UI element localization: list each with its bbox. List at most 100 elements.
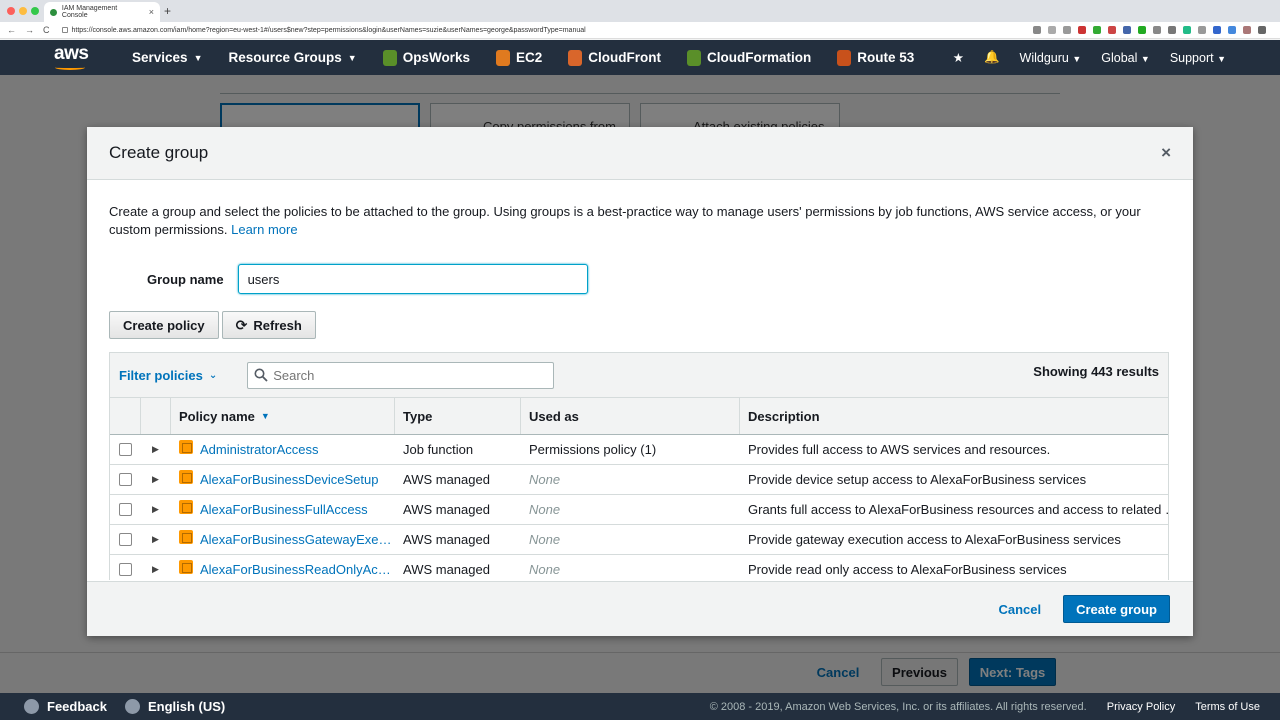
back-icon[interactable]: ← xyxy=(7,25,16,35)
dialog-footer: Cancel Create group xyxy=(87,581,1193,636)
expand-row-icon[interactable]: ▶ xyxy=(152,444,159,455)
table-row[interactable]: ▶ AlexaForBusinessReadOnlyAc… AWS manage… xyxy=(110,555,1168,580)
policy-description: Provide read only access to AlexaForBusi… xyxy=(748,562,1067,577)
support-menu[interactable]: Support ▼ xyxy=(1170,51,1226,65)
policy-name-header[interactable]: Policy name ▼ xyxy=(171,398,395,434)
policy-name-link[interactable]: AlexaForBusinessFullAccess xyxy=(200,502,368,517)
description-header[interactable]: Description xyxy=(740,398,1168,434)
type-header[interactable]: Type xyxy=(395,398,521,434)
forward-icon[interactable]: → xyxy=(25,25,34,35)
policy-search-input[interactable] xyxy=(273,367,544,383)
extension-icon[interactable] xyxy=(1123,26,1131,34)
table-row[interactable]: ▶ AlexaForBusinessGatewayExe… AWS manage… xyxy=(110,525,1168,555)
filter-policies-dropdown[interactable]: Filter policies ⌄ xyxy=(119,368,217,383)
pin-icon[interactable]: ★ xyxy=(953,50,964,65)
extension-icon[interactable] xyxy=(1108,26,1116,34)
group-name-input[interactable] xyxy=(237,264,588,294)
bookmark-star-icon[interactable] xyxy=(1063,26,1071,34)
create-group-button[interactable]: Create group xyxy=(1063,595,1170,623)
reload-icon[interactable]: C xyxy=(43,25,50,35)
extension-icon[interactable] xyxy=(1153,26,1161,34)
expand-row-icon[interactable]: ▶ xyxy=(152,534,159,545)
policy-name-link[interactable]: AlexaForBusinessDeviceSetup xyxy=(200,472,378,487)
expand-row-icon[interactable]: ▶ xyxy=(152,504,159,515)
services-menu[interactable]: Services ▼ xyxy=(132,50,202,65)
table-row[interactable]: ▶ AlexaForBusinessFullAccess AWS managed… xyxy=(110,495,1168,525)
minimize-window-icon[interactable] xyxy=(19,7,27,15)
chevron-down-icon: ▼ xyxy=(347,52,357,63)
policy-name-link[interactable]: AlexaForBusinessGatewayExe… xyxy=(200,532,391,547)
dialog-body: Create a group and select the policies t… xyxy=(87,180,1193,580)
extension-icon[interactable] xyxy=(1168,26,1176,34)
policy-name-link[interactable]: AlexaForBusinessReadOnlyAc… xyxy=(200,562,391,577)
chevron-down-icon: ▼ xyxy=(1140,53,1150,64)
expand-column-header xyxy=(141,398,171,434)
policy-icon xyxy=(179,439,193,454)
expand-row-icon[interactable]: ▶ xyxy=(152,564,159,575)
extension-icon[interactable] xyxy=(1213,26,1221,34)
feedback-icon xyxy=(24,699,39,714)
extension-icon[interactable] xyxy=(1048,26,1056,34)
extension-icon[interactable] xyxy=(1138,26,1146,34)
table-row[interactable]: ▶ AdministratorAccess Job function Permi… xyxy=(110,435,1168,465)
filter-policies-label: Filter policies xyxy=(119,367,203,383)
extension-icon[interactable] xyxy=(1093,26,1101,34)
bell-icon[interactable]: 🔔 xyxy=(984,50,1000,65)
expand-row-icon[interactable]: ▶ xyxy=(152,474,159,485)
tab-close-icon[interactable]: × xyxy=(149,7,154,17)
cloudformation-icon xyxy=(686,49,701,66)
region-menu[interactable]: Global ▼ xyxy=(1101,51,1150,65)
policy-type: Job function xyxy=(403,442,474,457)
opsworks-shortcut[interactable]: OpsWorks xyxy=(382,49,470,66)
close-icon[interactable]: × xyxy=(1161,143,1171,163)
extension-icon[interactable] xyxy=(1078,26,1086,34)
account-menu[interactable]: Wildguru ▼ xyxy=(1020,51,1082,65)
profile-avatar[interactable] xyxy=(1243,26,1251,34)
dialog-header: Create group × xyxy=(87,127,1193,180)
learn-more-link[interactable]: Learn more xyxy=(231,222,297,237)
policies-table: Filter policies ⌄ Showing 443 results Pol… xyxy=(109,352,1169,580)
browser-menu-icon[interactable] xyxy=(1258,26,1266,34)
lock-icon xyxy=(61,27,68,33)
aws-logo[interactable]: aws xyxy=(52,40,132,75)
url-field[interactable]: https://console.aws.amazon.com/iam/home?… xyxy=(61,27,586,34)
create-policy-button[interactable]: Create policy xyxy=(109,311,219,339)
used-as-header[interactable]: Used as xyxy=(521,398,740,434)
cancel-button[interactable]: Cancel xyxy=(998,602,1041,617)
new-tab-button[interactable]: + xyxy=(164,4,171,18)
window-controls xyxy=(7,7,39,15)
table-row[interactable]: ▶ AlexaForBusinessDeviceSetup AWS manage… xyxy=(110,465,1168,495)
route53-shortcut[interactable]: Route 53 xyxy=(837,49,914,66)
ec2-icon xyxy=(495,49,510,66)
browser-tab[interactable]: IAM Management Console × xyxy=(44,2,160,22)
ec2-shortcut[interactable]: EC2 xyxy=(495,49,542,66)
cloudformation-shortcut[interactable]: CloudFormation xyxy=(686,49,811,66)
privacy-policy-link[interactable]: Privacy Policy xyxy=(1107,701,1175,713)
row-checkbox[interactable] xyxy=(119,443,132,456)
feedback-link[interactable]: Feedback xyxy=(24,699,107,714)
address-bar: ← → C https://console.aws.amazon.com/iam… xyxy=(0,22,1280,39)
row-checkbox[interactable] xyxy=(119,503,132,516)
maximize-window-icon[interactable] xyxy=(31,7,39,15)
extension-icon[interactable] xyxy=(1198,26,1206,34)
extension-icon[interactable] xyxy=(1033,26,1041,34)
globe-icon xyxy=(124,699,140,714)
policy-icon xyxy=(179,559,193,574)
language-selector[interactable]: English (US) xyxy=(124,699,225,714)
close-window-icon[interactable] xyxy=(7,7,15,15)
row-checkbox[interactable] xyxy=(119,533,132,546)
region-label: Global xyxy=(1101,50,1138,65)
row-checkbox[interactable] xyxy=(119,473,132,486)
resource-groups-menu[interactable]: Resource Groups ▼ xyxy=(228,50,356,65)
cloudfront-shortcut[interactable]: CloudFront xyxy=(568,49,661,66)
create-group-label: Create group xyxy=(1076,601,1157,617)
extension-icon[interactable] xyxy=(1228,26,1236,34)
policy-name-link[interactable]: AdministratorAccess xyxy=(200,442,318,457)
policy-icon xyxy=(179,529,193,544)
extension-icon[interactable] xyxy=(1183,26,1191,34)
row-checkbox[interactable] xyxy=(119,563,132,576)
chevron-down-icon: ▼ xyxy=(1217,53,1226,64)
terms-of-use-link[interactable]: Terms of Use xyxy=(1195,701,1260,713)
refresh-button[interactable]: ⟳ Refresh xyxy=(221,311,316,339)
dialog-intro: Create a group and select the policies t… xyxy=(109,203,1159,239)
